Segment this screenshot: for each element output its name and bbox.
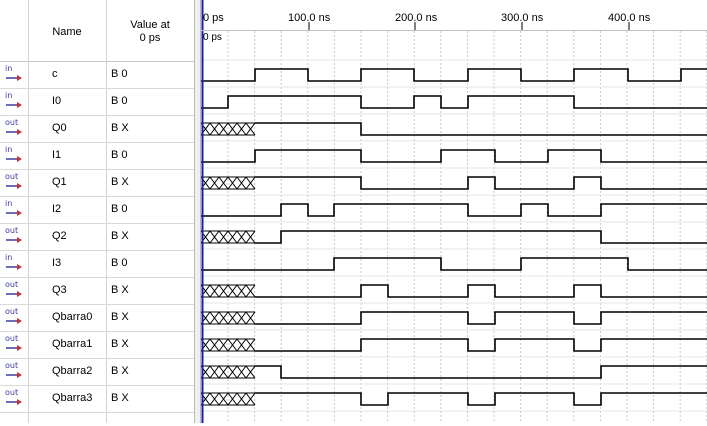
signal-value: B X	[111, 122, 129, 134]
signal-name: c	[52, 68, 58, 80]
signal-waveform	[201, 95, 707, 109]
input-pin-icon: in	[4, 64, 24, 83]
signal-waveform	[201, 257, 707, 271]
input-pin-icon: in	[4, 145, 24, 164]
signal-list-header: Name Value at 0 ps	[0, 0, 194, 62]
signal-row[interactable]: in I2 B 0	[0, 196, 194, 224]
signal-row[interactable]: in I1 B 0	[0, 142, 194, 170]
signal-value: B X	[111, 176, 129, 188]
signal-value: B 0	[111, 95, 128, 107]
output-pin-icon: out	[4, 280, 24, 299]
signal-list-pane: Name Value at 0 ps in c B 0 in I0 B 0 out Q0 B X…	[0, 0, 194, 423]
signal-row[interactable]: out Q2 B X	[0, 223, 194, 251]
time-tick-label: 200.0 ns	[395, 12, 438, 24]
output-pin-icon: out	[4, 172, 24, 191]
signal-name: Qbarra1	[52, 338, 93, 350]
output-pin-icon: out	[4, 388, 24, 407]
signal-waveform	[255, 284, 707, 298]
output-pin-icon: out	[4, 334, 24, 353]
signal-row[interactable]: out Qbarra0 B X	[0, 304, 194, 332]
signal-value: B 0	[111, 149, 128, 161]
signal-value: B 0	[111, 257, 128, 269]
signal-waveform	[255, 230, 707, 244]
signal-row[interactable]: out Q1 B X	[0, 169, 194, 197]
signal-name: I1	[52, 149, 62, 161]
time-tick-label: 400.0 ns	[608, 12, 651, 24]
signal-value: B 0	[111, 203, 128, 215]
signal-name: I3	[52, 257, 62, 269]
signal-value: B X	[111, 230, 129, 242]
time-tick-label: 300.0 ns	[501, 12, 544, 24]
pane-splitter[interactable]	[194, 0, 201, 423]
signal-value: B 0	[111, 68, 128, 80]
signal-name: Qbarra0	[52, 311, 93, 323]
signal-waveform	[201, 68, 707, 82]
time-tick-label: 100.0 ns	[288, 12, 331, 24]
signal-row[interactable]: in I3 B 0	[0, 250, 194, 278]
signal-row[interactable]: out Qbarra3 B X	[0, 385, 194, 413]
signal-waveform	[255, 392, 707, 406]
signal-row[interactable]: out Qbarra1 B X	[0, 331, 194, 359]
signal-row[interactable]: in c B 0	[0, 61, 194, 89]
signal-waveform	[201, 149, 707, 163]
signal-waveform	[255, 311, 707, 325]
signal-value: B X	[111, 284, 129, 296]
input-pin-icon: in	[4, 253, 24, 272]
name-column-header[interactable]: Name	[28, 26, 106, 38]
signal-value: B X	[111, 311, 129, 323]
signal-name: Q0	[52, 122, 67, 134]
output-pin-icon: out	[4, 307, 24, 326]
signal-name: Q2	[52, 230, 67, 242]
signal-name: I0	[52, 95, 62, 107]
signal-row[interactable]: in I0 B 0	[0, 88, 194, 116]
signal-row[interactable]: out Qbarra2 B X	[0, 358, 194, 386]
signal-name: Q3	[52, 284, 67, 296]
signal-row[interactable]: out Q3 B X	[0, 277, 194, 305]
signal-waveform	[255, 365, 707, 379]
input-pin-icon: in	[4, 199, 24, 218]
output-pin-icon: out	[4, 118, 24, 137]
signal-value: B X	[111, 338, 129, 350]
value-header-line1: Value at	[130, 19, 170, 31]
output-pin-icon: out	[4, 361, 24, 380]
waveform-pane[interactable]: 0 ps 100.0 ns 200.0 ns 300.0 ns 400.0 ns 0 p…	[200, 0, 707, 423]
signal-name: Qbarra2	[52, 365, 93, 377]
signal-name: Qbarra3	[52, 392, 93, 404]
signal-row[interactable]: out Q0 B X	[0, 115, 194, 143]
signal-name: Q1	[52, 176, 67, 188]
output-pin-icon: out	[4, 226, 24, 245]
time-tick-label: 0 ps	[203, 12, 224, 24]
signal-waveform	[255, 122, 707, 136]
value-header-line2: 0 ps	[139, 32, 161, 44]
signal-waveform	[255, 176, 707, 190]
waveform-canvas	[200, 0, 707, 423]
input-pin-icon: in	[4, 91, 24, 110]
cursor-time-label: 0 ps	[203, 32, 222, 43]
value-column-header[interactable]: Value at 0 ps	[106, 19, 194, 45]
signal-waveform	[201, 203, 707, 217]
signal-waveform	[255, 338, 707, 352]
signal-value: B X	[111, 392, 129, 404]
signal-name: I2	[52, 203, 62, 215]
signal-value: B X	[111, 365, 129, 377]
